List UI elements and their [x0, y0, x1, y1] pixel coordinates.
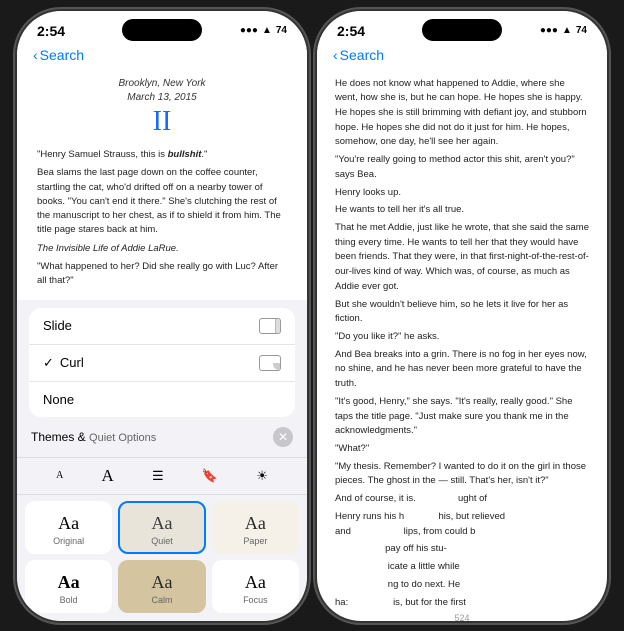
right-para-2: "You're really going to method actor thi…	[335, 153, 589, 182]
theme-card-quiet[interactable]: Aa Quiet	[118, 501, 205, 554]
theme-card-focus[interactable]: Aa Focus	[212, 560, 299, 613]
themes-section: Themes & Quiet Options ✕	[17, 423, 307, 457]
left-time: 2:54	[37, 23, 65, 39]
bookmark-button[interactable]: 🔖	[196, 466, 224, 486]
left-nav-bar: ‹ Search	[17, 43, 307, 69]
themes-grid: Aa Original Aa Quiet Aa Paper Aa Bold Aa	[17, 501, 307, 621]
signal-icon: ●●●	[240, 25, 258, 36]
chevron-left-icon: ‹	[33, 47, 38, 63]
right-para-4: He wants to tell her it's all true.	[335, 203, 589, 218]
right-para-17: ha: is, but for the first	[335, 596, 589, 609]
right-dynamic-island	[422, 19, 502, 41]
right-book-content: He does not know what happened to Addie,…	[317, 69, 607, 609]
format-button[interactable]: ☰	[146, 466, 170, 486]
theme-name-calm: Calm	[151, 595, 172, 605]
right-wifi-icon: ▲	[562, 25, 572, 36]
chapter-header: Brooklyn, New YorkMarch 13, 2015 II	[37, 77, 287, 139]
right-status-icons: ●●● ▲ 74	[540, 25, 587, 36]
phones-container: 2:54 ●●● ▲ 74 ‹ Search Brooklyn, New Yor…	[17, 11, 607, 621]
para-3: The Invisible Life of Addie LaRue.	[37, 242, 287, 256]
right-para-9: "It's good, Henry," she says. "It's real…	[335, 395, 589, 439]
none-label: None	[43, 392, 74, 407]
slide-icon	[259, 318, 281, 334]
right-para-10: "What?"	[335, 442, 589, 457]
themes-title: Themes & Quiet Options	[31, 430, 156, 444]
font-size-small-button[interactable]: A	[50, 468, 69, 483]
theme-card-paper[interactable]: Aa Paper	[212, 501, 299, 554]
curl-label: Curl	[60, 355, 84, 370]
theme-name-quiet: Quiet	[151, 536, 173, 546]
curl-menu-item[interactable]: ✓ Curl	[29, 345, 295, 382]
none-menu-item[interactable]: None	[29, 382, 295, 417]
close-button[interactable]: ✕	[273, 427, 293, 447]
left-phone: 2:54 ●●● ▲ 74 ‹ Search Brooklyn, New Yor…	[17, 11, 307, 621]
chapter-location: Brooklyn, New YorkMarch 13, 2015	[37, 77, 287, 105]
theme-name-paper: Paper	[243, 536, 267, 546]
right-signal-icon: ●●●	[540, 25, 558, 36]
theme-aa-quiet: Aa	[151, 513, 172, 534]
left-book-content: Brooklyn, New YorkMarch 13, 2015 II "Hen…	[17, 69, 307, 289]
right-para-1: He does not know what happened to Addie,…	[335, 77, 589, 151]
right-para-3: Henry looks up.	[335, 186, 589, 201]
check-icon: ✓	[43, 355, 54, 371]
right-chevron-left-icon: ‹	[333, 47, 338, 63]
theme-aa-bold: Aa	[58, 572, 80, 593]
right-para-13: Henry runs his h his, but relieved and l…	[335, 510, 589, 539]
para-2: Bea slams the last page down on the coff…	[37, 166, 287, 237]
right-para-5: That he met Addie, just like he wrote, t…	[335, 221, 589, 295]
theme-card-calm[interactable]: Aa Calm	[118, 560, 205, 613]
theme-aa-paper: Aa	[245, 513, 266, 534]
right-phone: 2:54 ●●● ▲ 74 ‹ Search He does not know …	[317, 11, 607, 621]
right-back-button[interactable]: ‹ Search	[333, 47, 384, 63]
right-para-15: icate a little while	[335, 560, 589, 575]
right-para-14: pay off his stu-	[335, 542, 589, 557]
right-para-7: "Do you like it?" he asks.	[335, 330, 589, 345]
brightness-button[interactable]: ☀	[250, 466, 274, 486]
page-number: 524	[317, 609, 607, 621]
battery-icon: 74	[276, 25, 287, 36]
right-para-6: But she wouldn't believe him, so he lets…	[335, 298, 589, 327]
chapter-number: II	[37, 105, 287, 139]
right-para-12: And of course, it is. ught of	[335, 492, 589, 507]
para-1: "Henry Samuel Strauss, this is bullshit.…	[37, 148, 287, 162]
dynamic-island	[122, 19, 202, 41]
right-battery-icon: 74	[576, 25, 587, 36]
right-para-11: "My thesis. Remember? I wanted to do it …	[335, 460, 589, 489]
bottom-panel: Slide ✓ Curl None	[17, 300, 307, 621]
theme-card-bold[interactable]: Aa Bold	[25, 560, 112, 613]
wifi-icon: ▲	[262, 25, 272, 36]
theme-name-original: Original	[53, 536, 84, 546]
theme-name-focus: Focus	[243, 595, 268, 605]
curl-item-left: ✓ Curl	[43, 355, 84, 371]
right-para-16: ng to do next. He	[335, 578, 589, 593]
right-nav-bar: ‹ Search	[317, 43, 607, 69]
theme-aa-focus: Aa	[245, 572, 266, 593]
right-time: 2:54	[337, 23, 365, 39]
left-status-icons: ●●● ▲ 74	[240, 25, 287, 36]
right-para-8: And Bea breaks into a grin. There is no …	[335, 348, 589, 392]
slide-item-left: Slide	[43, 318, 72, 333]
slide-label: Slide	[43, 318, 72, 333]
theme-aa-calm: Aa	[151, 572, 172, 593]
transition-menu: Slide ✓ Curl None	[29, 308, 295, 417]
none-item-left: None	[43, 392, 74, 407]
para-4: "What happened to her? Did she really go…	[37, 260, 287, 289]
theme-aa-original: Aa	[58, 513, 79, 534]
slide-menu-item[interactable]: Slide	[29, 308, 295, 345]
font-size-large-button[interactable]: A	[96, 464, 120, 488]
curl-icon	[259, 355, 281, 371]
theme-name-bold: Bold	[60, 595, 78, 605]
theme-card-original[interactable]: Aa Original	[25, 501, 112, 554]
font-toolbar: A A ☰ 🔖 ☀	[17, 457, 307, 495]
left-back-button[interactable]: ‹ Search	[33, 47, 84, 63]
themes-header: Themes & Quiet Options ✕	[31, 427, 293, 447]
